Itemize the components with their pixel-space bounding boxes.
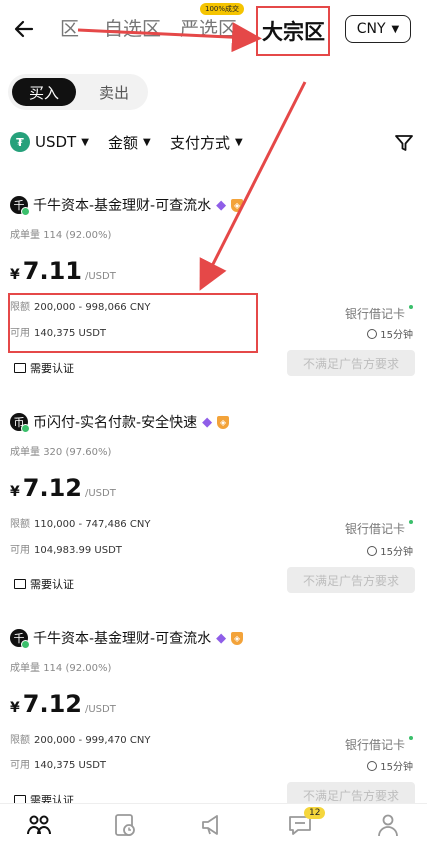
status-dot-icon bbox=[409, 305, 413, 309]
order-stats: 成单量 320 (97.60%) bbox=[10, 447, 112, 458]
pay-time: 15分钟 bbox=[367, 543, 413, 558]
back-arrow-icon[interactable] bbox=[10, 14, 40, 44]
order-stats: 成单量 114 (92.00%) bbox=[10, 663, 112, 674]
merchant-name[interactable]: 千牛资本-基金理财-可查流水 bbox=[33, 195, 211, 215]
price: ¥ 7.11 /USDT bbox=[10, 257, 116, 285]
order-stats: 成单量 114 (92.00%) bbox=[10, 230, 112, 241]
available-row: 可用 140,375 USDT bbox=[10, 760, 107, 771]
merchant-row: 千 千牛资本-基金理财-可查流水 ◆ ◈ bbox=[10, 195, 244, 216]
merchant-row: 币 币闪付-实名付款-安全快速 ◆ ◈ bbox=[10, 412, 230, 433]
price: ¥ 7.12 /USDT bbox=[10, 474, 116, 502]
caret-down-icon: ▼ bbox=[81, 136, 89, 148]
status-dot-icon bbox=[409, 520, 413, 524]
diamond-icon: ◆ bbox=[216, 197, 227, 213]
online-dot-icon bbox=[21, 640, 30, 649]
caret-down-icon: ▼ bbox=[235, 137, 243, 148]
tab-watchlist[interactable]: 自选区 bbox=[104, 14, 161, 41]
usdt-icon: ₮ bbox=[10, 132, 30, 152]
price: ¥ 7.12 /USDT bbox=[10, 690, 116, 718]
buy-sell-toggle: 买入 卖出 bbox=[8, 74, 148, 110]
online-dot-icon bbox=[21, 207, 30, 216]
merchant-avatar: 千 bbox=[10, 196, 30, 216]
status-dot-icon bbox=[409, 736, 413, 740]
nav-profile-icon[interactable] bbox=[373, 810, 403, 840]
clock-icon bbox=[367, 328, 378, 339]
payment-filter[interactable]: 支付方式 ▼ bbox=[170, 132, 243, 153]
filter-funnel-icon[interactable] bbox=[394, 133, 414, 157]
buy-tab[interactable]: 买入 bbox=[12, 78, 76, 106]
listing-card[interactable]: 千 千牛资本-基金理财-可查流水 ◆ ◈ 成单量 114 (92.00%) ¥ … bbox=[0, 195, 427, 385]
clock-icon bbox=[367, 760, 378, 771]
caret-down-icon: ▼ bbox=[143, 137, 151, 148]
coin-filter[interactable]: ₮ USDT ▼ bbox=[10, 132, 89, 152]
listing-card[interactable]: 币 币闪付-实名付款-安全快速 ◆ ◈ 成单量 320 (97.60%) ¥ 7… bbox=[0, 412, 427, 602]
nav-orders-icon[interactable] bbox=[110, 810, 140, 840]
requirement-button[interactable]: 不满足广告方要求 bbox=[287, 350, 415, 376]
available-row: 可用 140,375 USDT bbox=[10, 328, 107, 339]
requirement-button[interactable]: 不满足广告方要求 bbox=[287, 567, 415, 593]
caret-down-icon: ▼ bbox=[391, 23, 400, 35]
pay-time: 15分钟 bbox=[367, 758, 413, 773]
verification-required: 需要认证 bbox=[14, 360, 74, 376]
limit-row: 限额 200,000 - 999,470 CNY bbox=[10, 735, 151, 746]
diamond-icon: ◆ bbox=[216, 630, 227, 646]
limit-row: 限额 110,000 - 747,486 CNY bbox=[10, 519, 151, 530]
tab-badge-100: 100%成交 bbox=[200, 3, 245, 15]
payment-method: 银行借记卡 bbox=[345, 520, 413, 537]
top-header: 区 自选区 严选区 100%成交 大宗区 CNY ▼ bbox=[0, 0, 427, 62]
merchant-avatar: 千 bbox=[10, 629, 30, 649]
tab-partial[interactable]: 区 bbox=[60, 14, 79, 41]
available-row: 可用 104,983.99 USDT bbox=[10, 545, 122, 556]
shield-icon: ◈ bbox=[231, 631, 244, 645]
amount-filter[interactable]: 金额 ▼ bbox=[108, 132, 151, 153]
listing-card[interactable]: 千 千牛资本-基金理财-可查流水 ◆ ◈ 成单量 114 (92.00%) ¥ … bbox=[0, 628, 427, 808]
currency-label: CNY bbox=[356, 21, 386, 37]
messages-badge: 12 bbox=[304, 807, 326, 819]
online-dot-icon bbox=[21, 424, 30, 433]
verification-required: 需要认证 bbox=[14, 576, 74, 592]
tab-selected[interactable]: 严选区 bbox=[180, 14, 237, 41]
tab-bulk[interactable]: 大宗区 bbox=[262, 16, 325, 46]
shield-icon: ◈ bbox=[231, 198, 244, 212]
shield-icon: ◈ bbox=[217, 415, 230, 429]
sell-tab[interactable]: 卖出 bbox=[84, 78, 144, 106]
pay-time: 15分钟 bbox=[367, 326, 413, 341]
merchant-name[interactable]: 千牛资本-基金理财-可查流水 bbox=[33, 628, 211, 648]
merchant-row: 千 千牛资本-基金理财-可查流水 ◆ ◈ bbox=[10, 628, 244, 649]
merchant-name[interactable]: 币闪付-实名付款-安全快速 bbox=[33, 412, 197, 432]
diamond-icon: ◆ bbox=[202, 414, 213, 430]
payment-method: 银行借记卡 bbox=[345, 305, 413, 322]
bottom-nav bbox=[0, 803, 427, 844]
id-card-icon bbox=[14, 363, 26, 373]
id-card-icon bbox=[14, 579, 26, 589]
amount-filter-label: 金额 bbox=[108, 134, 139, 152]
currency-selector[interactable]: CNY ▼ bbox=[345, 15, 411, 43]
coin-filter-label: USDT bbox=[35, 133, 77, 151]
limit-row: 限额 200,000 - 998,066 CNY bbox=[10, 302, 151, 313]
payment-filter-label: 支付方式 bbox=[170, 134, 231, 152]
payment-method: 银行借记卡 bbox=[345, 736, 413, 753]
nav-trade-icon[interactable] bbox=[24, 810, 54, 840]
nav-ads-icon[interactable] bbox=[197, 810, 227, 840]
merchant-avatar: 币 bbox=[10, 413, 30, 433]
clock-icon bbox=[367, 545, 378, 556]
